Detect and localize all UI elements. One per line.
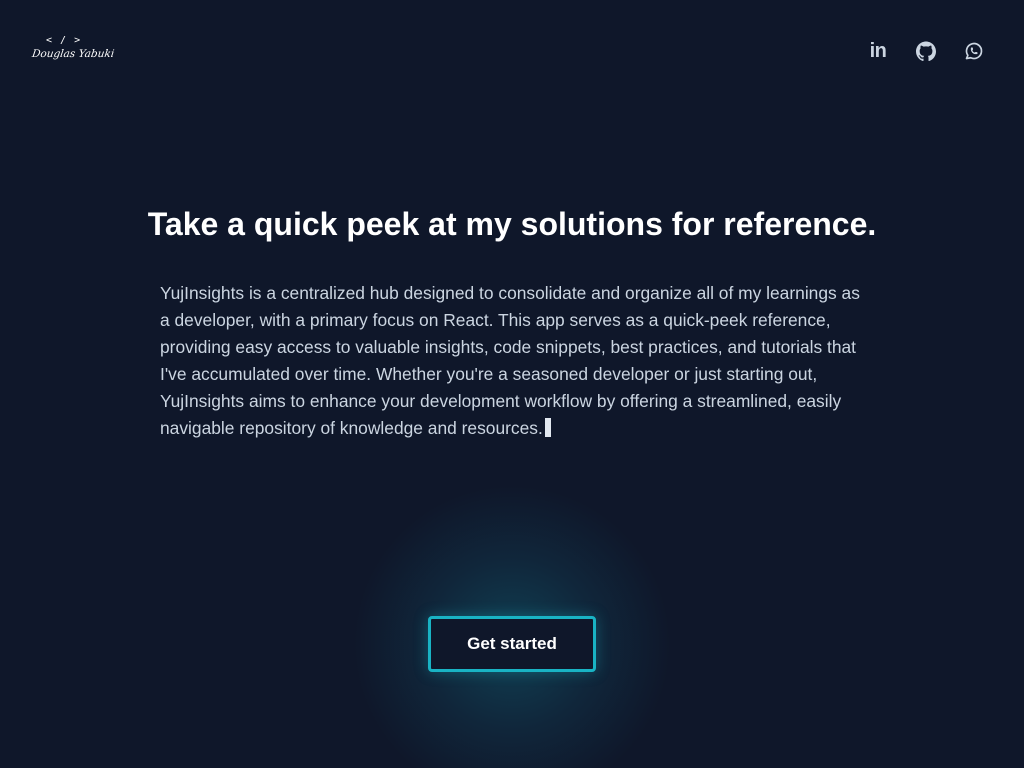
- whatsapp-link[interactable]: [964, 40, 984, 62]
- logo[interactable]: < / > Douglas Yabuki: [31, 35, 115, 70]
- hero-description-text: YujInsights is a centralized hub designe…: [160, 283, 860, 438]
- top-bar: < / > Douglas Yabuki in: [0, 0, 1024, 100]
- typing-cursor: [544, 418, 551, 437]
- hero-description: YujInsights is a centralized hub designe…: [160, 280, 870, 442]
- logo-code-mark: < / >: [46, 35, 82, 46]
- page-title: Take a quick peek at my solutions for re…: [147, 206, 877, 242]
- github-icon: [916, 41, 936, 61]
- github-link[interactable]: [916, 40, 936, 62]
- social-links: in: [868, 40, 984, 62]
- linkedin-link[interactable]: in: [868, 40, 888, 62]
- linkedin-icon: in: [869, 40, 887, 62]
- get-started-button[interactable]: Get started: [428, 616, 596, 672]
- whatsapp-icon: [965, 42, 983, 60]
- logo-signature: Douglas Yabuki: [31, 48, 115, 60]
